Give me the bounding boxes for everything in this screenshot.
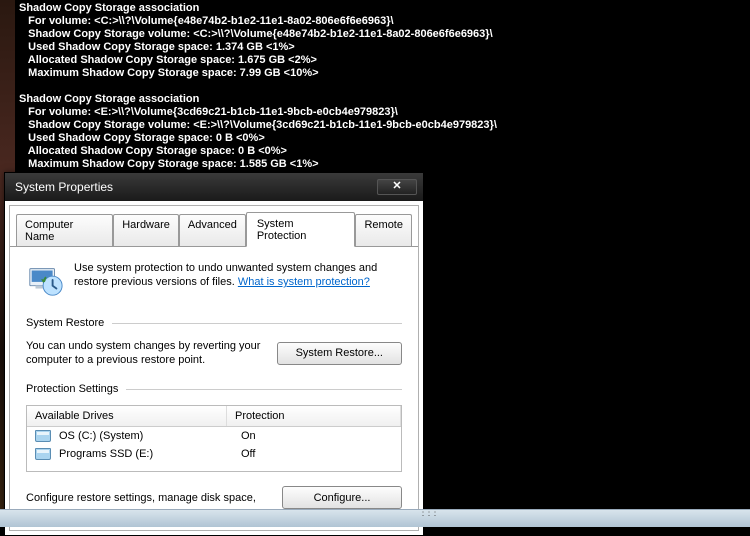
console-line: For volume: <E:>\\?\Volume{3cd69c21-b1cb… (19, 106, 746, 119)
what-is-system-protection-link[interactable]: What is system protection? (238, 276, 370, 288)
drive-name: OS (C:) (System) (59, 430, 237, 442)
tab-content: Use system protection to undo unwanted s… (10, 246, 418, 529)
system-properties-dialog: System Properties ✕ Computer Name Hardwa… (4, 172, 424, 536)
divider-line (126, 389, 402, 390)
tab-row: Computer Name Hardware Advanced System P… (10, 206, 418, 247)
system-restore-group: System Restore You can undo system chang… (26, 317, 402, 367)
column-available-drives[interactable]: Available Drives (27, 406, 227, 426)
group-legend: Protection Settings (26, 383, 402, 395)
tab-computer-name[interactable]: Computer Name (16, 214, 113, 247)
console-line: Shadow Copy Storage association (19, 2, 746, 15)
drive-icon (35, 448, 51, 460)
intro-row: Use system protection to undo unwanted s… (26, 261, 402, 299)
divider-line (112, 323, 402, 324)
dialog-body: Computer Name Hardware Advanced System P… (9, 205, 419, 531)
console-line: Maximum Shadow Copy Storage space: 1.585… (19, 158, 746, 171)
group-legend: System Restore (26, 317, 402, 329)
tab-remote[interactable]: Remote (355, 214, 412, 247)
drive-name: Programs SSD (E:) (59, 448, 237, 460)
drives-table[interactable]: Available Drives Protection OS (C:) (Sys… (26, 405, 402, 472)
configure-button[interactable]: Configure... (282, 486, 402, 509)
dialog-title: System Properties (11, 180, 377, 194)
console-line: Shadow Copy Storage volume: <E:>\\?\Volu… (19, 119, 746, 132)
system-protection-icon (26, 261, 64, 299)
command-prompt-output: Shadow Copy Storage association For volu… (15, 0, 750, 173)
console-line: Maximum Shadow Copy Storage space: 7.99 … (19, 67, 746, 80)
legend-text: Protection Settings (26, 383, 118, 395)
table-header: Available Drives Protection (27, 406, 401, 427)
console-line: Shadow Copy Storage volume: <C:>\\?\Volu… (19, 28, 746, 41)
restore-description: You can undo system changes by reverting… (26, 339, 265, 367)
tab-advanced[interactable]: Advanced (179, 214, 246, 247)
protection-settings-group: Protection Settings Available Drives Pro… (26, 383, 402, 509)
close-button[interactable]: ✕ (377, 179, 417, 195)
tab-hardware[interactable]: Hardware (113, 214, 179, 247)
console-line: Shadow Copy Storage association (19, 93, 746, 106)
console-line: Used Shadow Copy Storage space: 0 B <0%> (19, 132, 746, 145)
console-line: For volume: <C:>\\?\Volume{e48e74b2-b1e2… (19, 15, 746, 28)
configure-description: Configure restore settings, manage disk … (26, 491, 270, 505)
console-line: Allocated Shadow Copy Storage space: 0 B… (19, 145, 746, 158)
taskbar-grip: ꞉꞉꞉ (420, 510, 438, 521)
table-row[interactable]: OS (C:) (System) On (27, 427, 401, 445)
intro-text: Use system protection to undo unwanted s… (74, 261, 402, 299)
dialog-titlebar[interactable]: System Properties ✕ (5, 173, 423, 201)
drive-protection: On (241, 430, 256, 442)
drive-protection: Off (241, 448, 255, 460)
drive-icon (35, 430, 51, 442)
console-line: Allocated Shadow Copy Storage space: 1.6… (19, 54, 746, 67)
column-protection[interactable]: Protection (227, 406, 401, 426)
legend-text: System Restore (26, 317, 104, 329)
tab-system-protection[interactable]: System Protection (246, 212, 356, 247)
taskbar[interactable]: ꞉꞉꞉ (0, 509, 750, 527)
console-line: Used Shadow Copy Storage space: 1.374 GB… (19, 41, 746, 54)
system-restore-button[interactable]: System Restore... (277, 342, 402, 365)
table-row[interactable]: Programs SSD (E:) Off (27, 445, 401, 463)
